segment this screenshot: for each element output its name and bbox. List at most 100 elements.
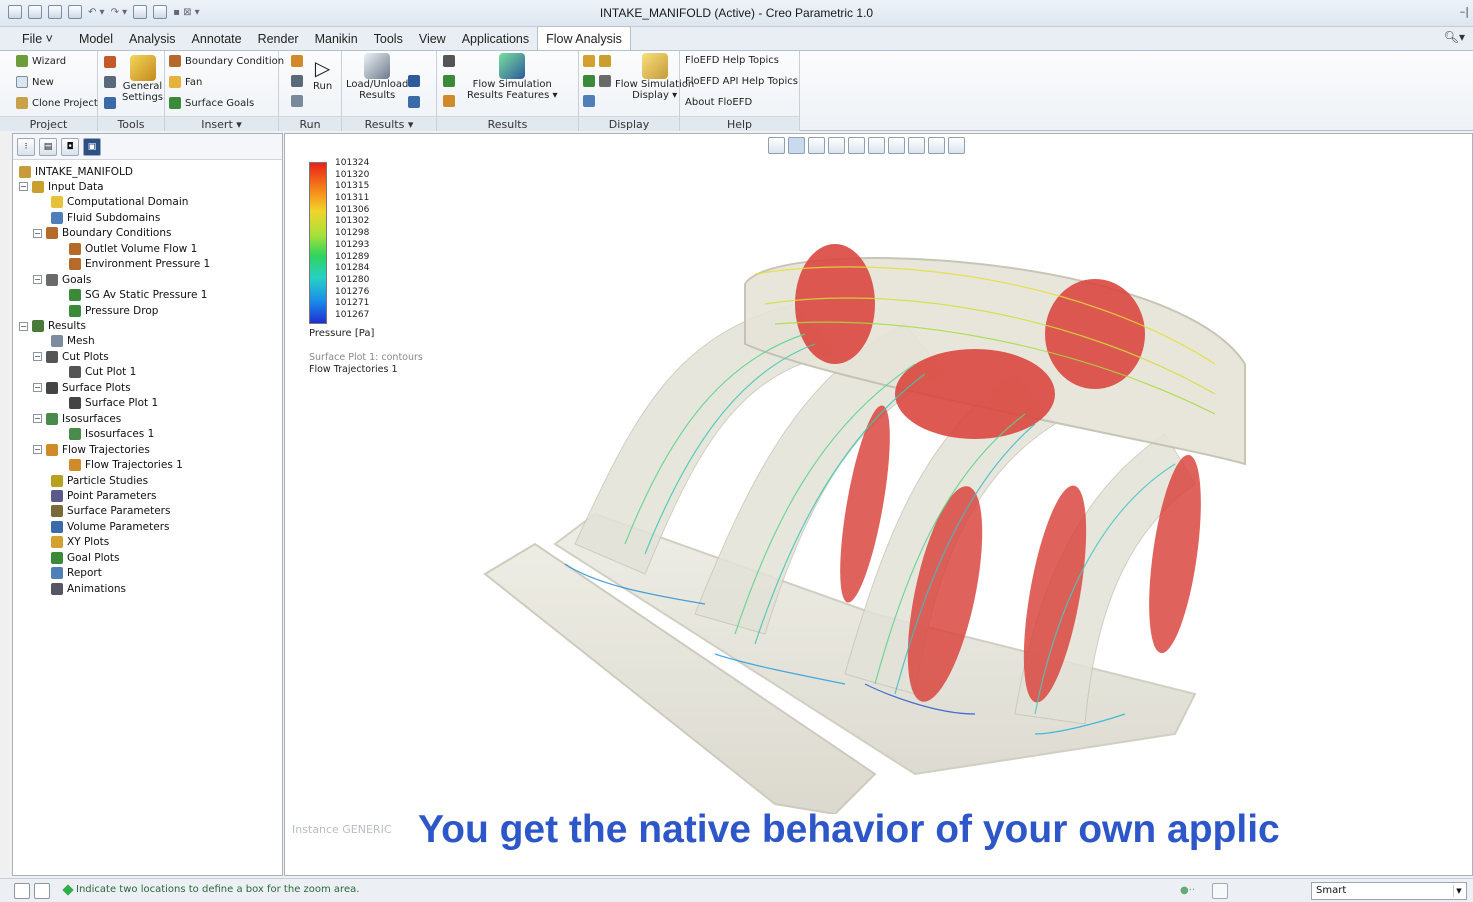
group-insert: Boundary Condition Fan Surface Goals Ins… [165, 51, 284, 131]
repaint-icon[interactable] [828, 137, 845, 154]
tree-node[interactable]: Computational Domain [51, 195, 188, 210]
run-b-icon[interactable] [291, 75, 303, 87]
search-icon[interactable]: 🔍︎▾ [1444, 30, 1465, 44]
expand-collapse-icon[interactable]: − [33, 228, 42, 238]
view-manager-icon[interactable] [908, 137, 925, 154]
tab-render[interactable]: Render [250, 28, 307, 50]
report-small-icon[interactable] [583, 95, 595, 107]
expand-collapse-icon[interactable]: − [19, 321, 28, 331]
tool-c-icon[interactable] [104, 97, 116, 109]
favorites-tab-icon[interactable]: ◘ [61, 137, 79, 156]
tool-b-icon[interactable] [104, 76, 116, 88]
flow-analysis-tab-icon[interactable]: ▣ [83, 137, 101, 156]
browser-toggle-icon[interactable] [34, 883, 50, 899]
floefd-api-help-link[interactable]: FloEFD API Help Topics [685, 76, 798, 87]
load-unload-results-button[interactable]: Load/Unload Results [346, 53, 408, 101]
expand-collapse-icon[interactable]: − [33, 445, 42, 455]
spin-center-icon[interactable] [848, 137, 865, 154]
tree-node[interactable]: Volume Parameters [51, 519, 170, 534]
tree-node[interactable]: Flow Trajectories 1 [69, 458, 183, 473]
navigator-toggle-icon[interactable] [14, 883, 30, 899]
tree-node[interactable]: Environment Pressure 1 [69, 257, 210, 272]
folder-browser-tab-icon[interactable]: ▤ [39, 137, 57, 156]
run-button[interactable]: ▷ Run [313, 55, 332, 92]
graphics-viewport[interactable]: 101324 101320 101315 101311 101306 101302 1012… [284, 133, 1473, 876]
goal-plot-small-icon[interactable] [583, 75, 595, 87]
tree-node[interactable]: Fluid Subdomains [51, 210, 160, 225]
zoom-out-icon[interactable] [808, 137, 825, 154]
tree-node[interactable]: − Boundary Conditions [33, 226, 171, 241]
tree-node[interactable]: Surface Parameters [51, 504, 170, 519]
boundary-condition-button[interactable]: Boundary Condition [169, 55, 284, 67]
tree-node[interactable]: Particle Studies [51, 473, 148, 488]
display-a-icon[interactable] [599, 55, 611, 67]
general-settings-button[interactable]: General Settings [122, 55, 163, 103]
display-style-icon[interactable] [868, 137, 885, 154]
tree-node[interactable]: − Isosurfaces [33, 411, 121, 426]
tool-a-icon[interactable] [104, 56, 116, 68]
run-a-icon[interactable] [291, 55, 303, 67]
tab-flow-analysis[interactable]: Flow Analysis [537, 26, 631, 50]
tree-node[interactable]: Isosurfaces 1 [69, 427, 154, 442]
new-project-button[interactable]: New [16, 76, 54, 88]
tree-node[interactable]: − Goals [33, 272, 91, 287]
tree-node[interactable]: XY Plots [51, 535, 109, 550]
xy-plot-small-icon[interactable] [583, 55, 595, 67]
tab-model[interactable]: Model [71, 28, 121, 50]
expand-collapse-icon[interactable]: − [19, 182, 28, 192]
selection-filter-select[interactable]: Smart ▼ [1311, 882, 1467, 900]
tree-node[interactable]: Goal Plots [51, 550, 120, 565]
view-toolbar [768, 137, 965, 154]
tree-node[interactable]: INTAKE_MANIFOLD [19, 164, 133, 179]
model-tree-tab-icon[interactable]: ⁝ [17, 137, 35, 156]
trajectory-small-icon[interactable] [443, 95, 455, 107]
datum-display-icon[interactable] [928, 137, 945, 154]
run-c-icon[interactable] [291, 95, 303, 107]
wizard-button[interactable]: Wizard [16, 55, 66, 67]
surfaceplot-small-icon[interactable] [443, 75, 455, 87]
clone-project-button[interactable]: Clone Project [16, 97, 98, 109]
minimize-icon[interactable]: –| [1460, 5, 1469, 18]
expand-collapse-icon[interactable]: − [33, 352, 42, 362]
intake-manifold-model[interactable] [475, 214, 1275, 814]
tree-node[interactable]: Report [51, 566, 102, 581]
tree-node[interactable]: − Results [19, 319, 86, 334]
tree-node[interactable]: Cut Plot 1 [69, 365, 136, 380]
save-results-icon[interactable] [408, 75, 420, 87]
tree-node[interactable]: Pressure Drop [69, 303, 158, 318]
tab-manikin[interactable]: Manikin [307, 28, 366, 50]
tab-tools[interactable]: Tools [366, 28, 411, 50]
tree-node[interactable]: Point Parameters [51, 488, 157, 503]
about-floefd-link[interactable]: About FloEFD [685, 97, 752, 108]
tab-file[interactable]: File ˅ [14, 28, 61, 50]
tree-node[interactable]: − Cut Plots [33, 349, 109, 364]
flow-simulation-results-features-button[interactable]: Flow Simulation Results Features ▾ [467, 53, 557, 101]
expand-collapse-icon[interactable]: − [33, 275, 42, 285]
tree-node[interactable]: Mesh [51, 334, 95, 349]
tab-annotate[interactable]: Annotate [184, 28, 250, 50]
tree-node[interactable]: − Flow Trajectories [33, 442, 150, 457]
expand-collapse-icon[interactable]: − [33, 414, 42, 424]
fan-button[interactable]: Fan [169, 76, 202, 88]
results-info-icon[interactable] [408, 96, 420, 108]
display-b-icon[interactable] [599, 75, 611, 87]
tab-analysis[interactable]: Analysis [121, 28, 184, 50]
tab-applications[interactable]: Applications [454, 28, 537, 50]
full-screen-icon[interactable] [1212, 883, 1228, 899]
saved-orientations-icon[interactable] [888, 137, 905, 154]
tree-node[interactable]: Outlet Volume Flow 1 [69, 241, 197, 256]
tree-node[interactable]: Surface Plot 1 [69, 396, 158, 411]
surfaceplot-icon [69, 397, 81, 410]
expand-collapse-icon[interactable]: − [33, 383, 42, 393]
tree-node[interactable]: Animations [51, 581, 126, 596]
tree-node[interactable]: − Surface Plots [33, 380, 131, 395]
refit-icon[interactable] [768, 137, 785, 154]
zoom-in-icon[interactable] [788, 137, 805, 154]
tree-node[interactable]: − Input Data [19, 179, 104, 194]
tree-node[interactable]: SG Av Static Pressure 1 [69, 288, 207, 303]
annotation-display-icon[interactable] [948, 137, 965, 154]
tab-view[interactable]: View [411, 28, 454, 50]
surface-goals-button[interactable]: Surface Goals [169, 97, 254, 109]
floefd-help-topics-link[interactable]: FloEFD Help Topics [685, 55, 779, 66]
cutplot-small-icon[interactable] [443, 55, 455, 67]
